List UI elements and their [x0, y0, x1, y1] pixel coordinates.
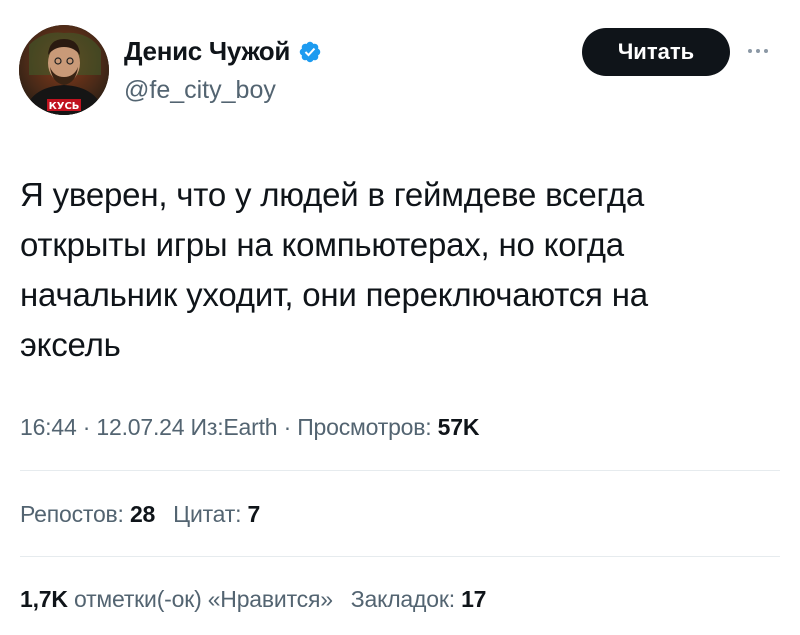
tweet-meta: 16:44 · 12.07.24 Из:Earth · Просмотров: …	[20, 414, 479, 441]
divider	[20, 556, 780, 557]
author-name-row: Денис Чужой	[124, 36, 322, 67]
avatar-shirt-text: КУСЬ	[49, 101, 80, 112]
reposts-label: Репостов:	[20, 501, 130, 527]
tweet-time[interactable]: 16:44	[20, 414, 77, 440]
stats-row-reposts-quotes: Репостов: 28 Цитат: 7	[20, 501, 278, 528]
stats-row-likes-bookmarks: 1,7K отметки(-ок) «Нравится» Закладок: 17	[20, 586, 504, 613]
quotes-count: 7	[247, 501, 261, 527]
bookmarks-label: Закладок:	[350, 586, 462, 612]
avatar[interactable]: КУСЬ	[19, 25, 109, 115]
tweet-text: Я уверен, что у людей в геймдеве всегда …	[20, 176, 648, 363]
tweet-source: Из:Earth	[184, 414, 278, 440]
views-label: Просмотров:	[297, 414, 438, 440]
reposts-count: 28	[129, 501, 156, 527]
tweet-date[interactable]: 12.07.24	[96, 414, 184, 440]
quotes-label: Цитат:	[173, 501, 248, 527]
meta-separator: ·	[76, 414, 97, 440]
follow-button[interactable]: Читать	[582, 28, 730, 76]
views-count: 57K	[437, 414, 480, 440]
more-horizontal-icon[interactable]	[738, 36, 778, 66]
bookmarks-stat[interactable]: Закладок: 17	[350, 586, 487, 612]
likes-stat[interactable]: 1,7K отметки(-ок) «Нравится»	[20, 586, 333, 612]
reposts-stat[interactable]: Репостов: 28	[20, 501, 155, 527]
tweet-card: КУСЬ Денис Чужой @fe_city_boy Читать Я у…	[0, 0, 800, 635]
bookmarks-count: 17	[461, 586, 487, 612]
author-display-name[interactable]: Денис Чужой	[124, 36, 290, 67]
avatar-image: КУСЬ	[19, 25, 109, 115]
quotes-stat[interactable]: Цитат: 7	[173, 501, 260, 527]
author-handle[interactable]: @fe_city_boy	[124, 76, 276, 105]
meta-separator: ·	[277, 414, 298, 440]
divider	[20, 470, 780, 471]
likes-count: 1,7K	[20, 586, 68, 612]
likes-label: отметки(-ок) «Нравится»	[67, 586, 333, 612]
verified-badge-icon	[298, 40, 322, 64]
